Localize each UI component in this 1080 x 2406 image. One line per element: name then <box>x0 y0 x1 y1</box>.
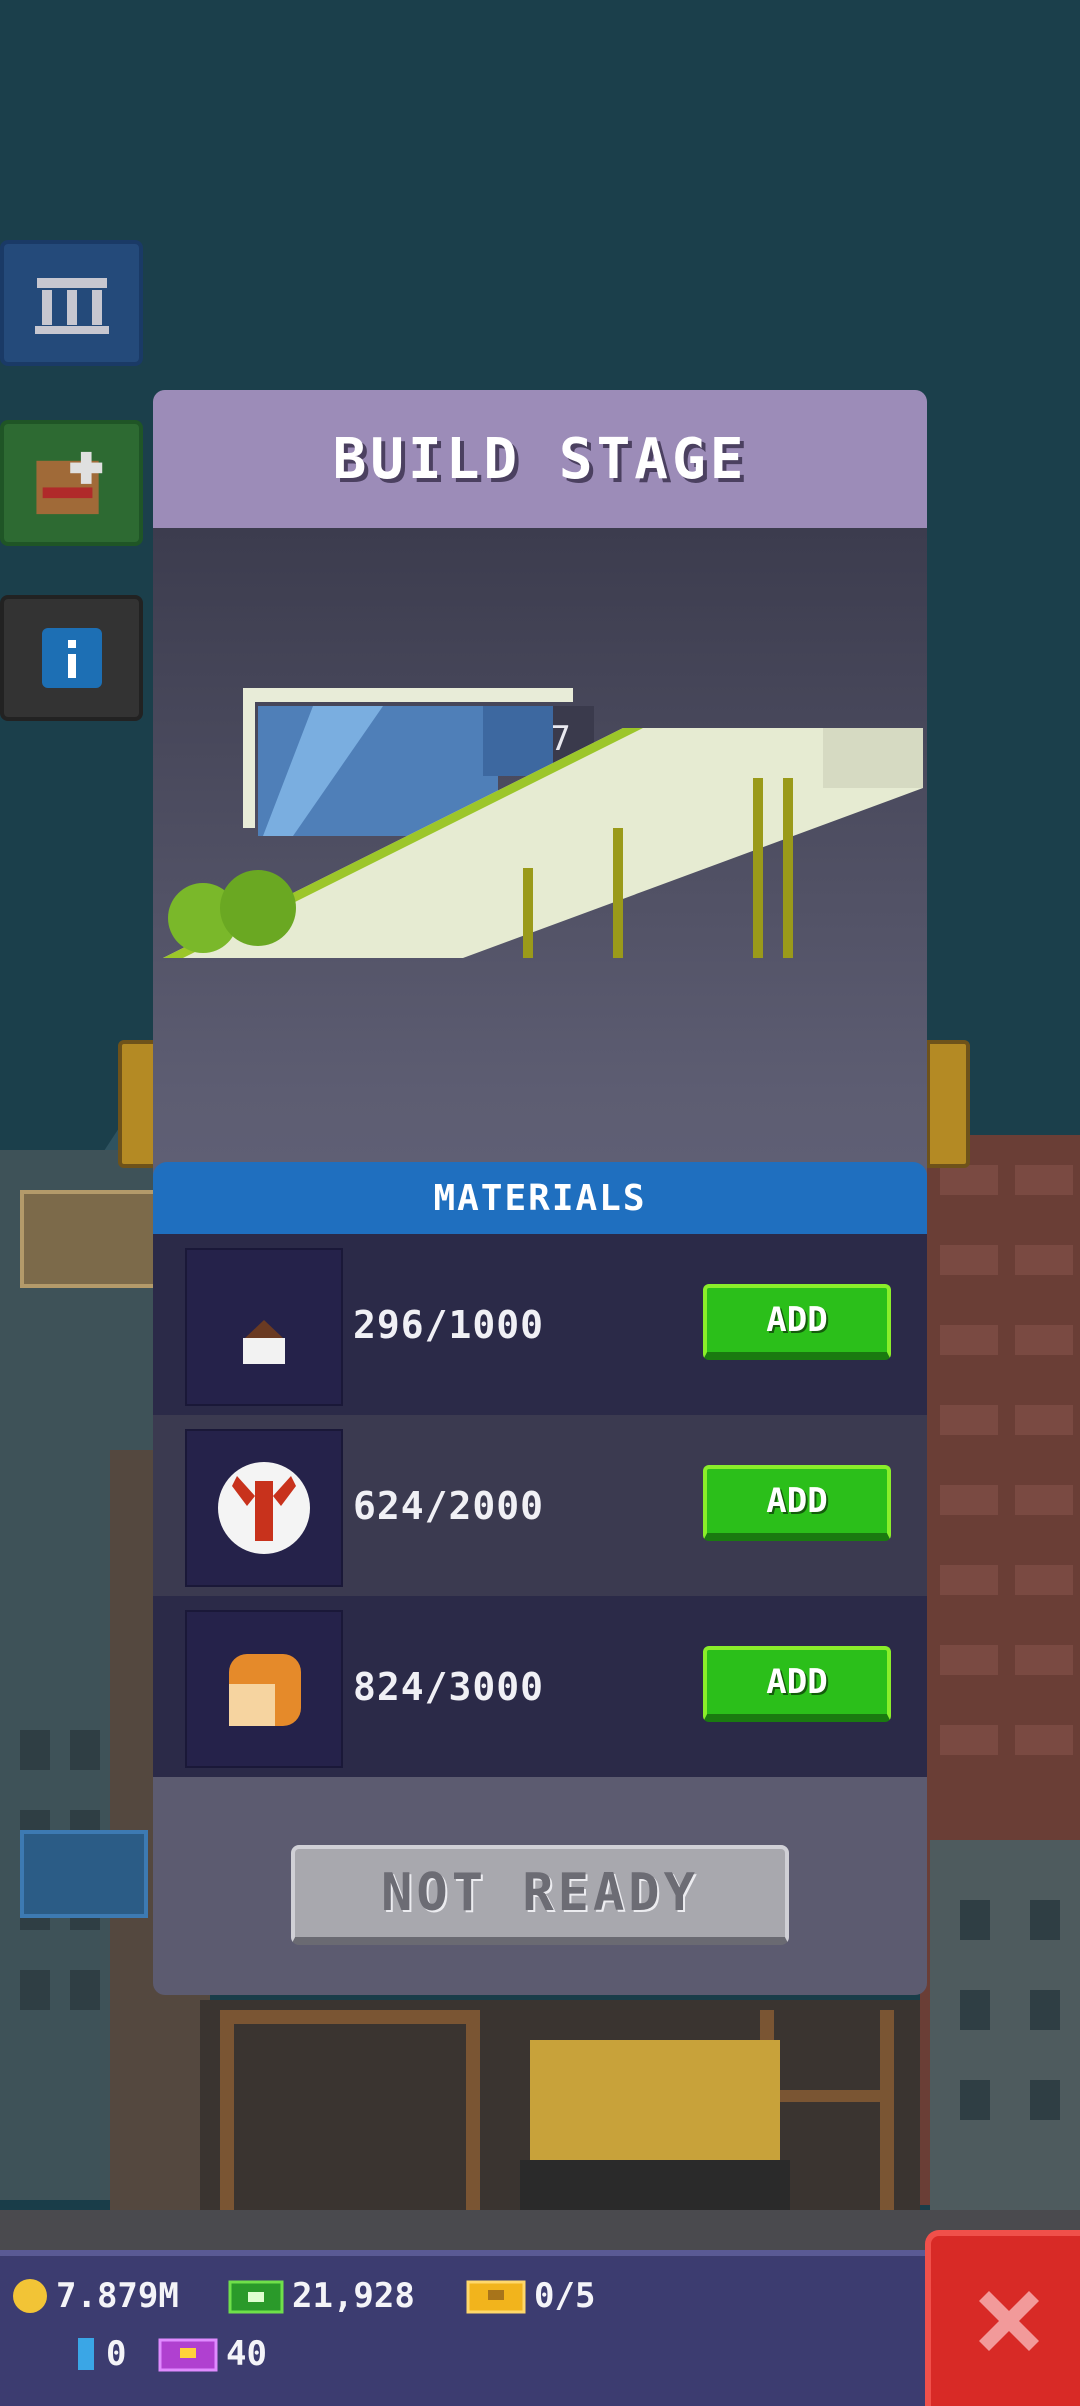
blue-item-value: 0 <box>106 2334 127 2374</box>
cupcake-icon <box>185 1248 343 1406</box>
ticket-icon <box>466 2280 526 2314</box>
blue-billboard <box>20 1830 148 1918</box>
add-floor-button[interactable] <box>0 420 143 546</box>
build-stage-modal: BUILD STAGE 1/7 MATERIALS 296/1000 ADD <box>153 390 927 1995</box>
materials-header: MATERIALS <box>153 1162 927 1234</box>
tickets-value: 0/5 <box>534 2276 596 2316</box>
blue-item-display: 0 <box>72 2334 126 2374</box>
bank-icon <box>32 263 112 343</box>
bread-loaf-icon <box>185 1610 343 1768</box>
info-icon <box>32 618 112 698</box>
bux-value: 21,928 <box>292 2276 415 2316</box>
right-building-2 <box>930 1840 1080 2210</box>
material-row: 624/2000 ADD <box>153 1415 927 1596</box>
street <box>0 2210 1080 2250</box>
gems-display: 40 <box>158 2334 267 2374</box>
add-material-button[interactable]: ADD <box>703 1646 891 1722</box>
modal-header: BUILD STAGE <box>153 390 927 528</box>
add-material-button[interactable]: ADD <box>703 1465 891 1541</box>
add-floor-icon <box>32 443 112 523</box>
gems-value: 40 <box>226 2334 267 2374</box>
blue-item-icon <box>78 2338 94 2370</box>
materials-title: MATERIALS <box>433 1177 647 1219</box>
material-row: 296/1000 ADD <box>153 1234 927 1415</box>
gem-ticket-icon <box>158 2338 218 2372</box>
next-arrow-button[interactable] <box>926 1040 970 1168</box>
bank-button[interactable] <box>0 240 143 366</box>
modal-title: BUILD STAGE <box>332 426 748 492</box>
material-row: 824/3000 ADD <box>153 1596 927 1777</box>
bulldozer-tracks <box>520 2160 790 2215</box>
not-ready-button[interactable]: NOT READY <box>291 1845 789 1945</box>
coins-value: 7.879M <box>56 2276 179 2316</box>
stage-building-image <box>163 688 923 958</box>
bux-icon <box>228 2280 284 2314</box>
material-count: 624/2000 <box>353 1483 545 1528</box>
close-icon <box>978 2291 1039 2351</box>
currency-hud: 7.879M 21,928 0/5 0 40 <box>0 2250 925 2406</box>
fries-billboard <box>20 1190 168 1288</box>
close-button[interactable] <box>925 2230 1080 2406</box>
add-material-button[interactable]: ADD <box>703 1284 891 1360</box>
material-count: 296/1000 <box>353 1302 545 1347</box>
coin-icon <box>13 2279 47 2313</box>
lobster-plate-icon <box>185 1429 343 1587</box>
coins-display: 7.879M <box>10 2276 179 2316</box>
info-button[interactable] <box>0 595 143 721</box>
tickets-display: 0/5 <box>466 2276 595 2316</box>
bux-display: 21,928 <box>228 2276 415 2316</box>
material-count: 824/3000 <box>353 1664 545 1709</box>
